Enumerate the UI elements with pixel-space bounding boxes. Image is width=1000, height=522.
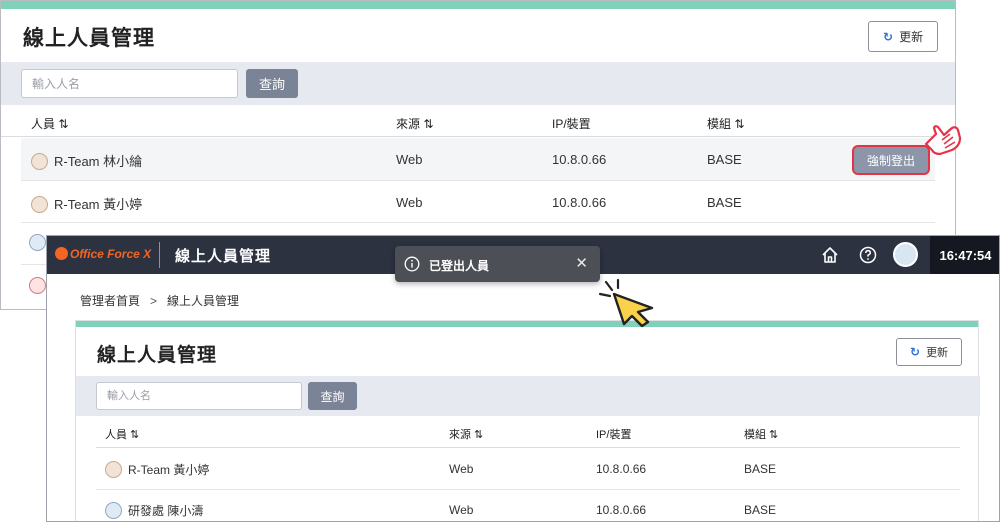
source-cell: Web [449,503,474,517]
force-logout-button[interactable]: 強制登出 [852,145,930,175]
person-cell: R-Team 林小綸 [31,151,142,171]
person-cell: R-Team 黃小婷 [31,194,142,214]
logo-icon [55,247,68,261]
breadcrumb: 管理者首頁 > 線上人員管理 [80,292,239,309]
column-source[interactable]: 來源 ⇅ [449,426,483,442]
ip-cell: 10.8.0.66 [596,503,647,517]
accent-bar [1,1,955,9]
module-cell: BASE [707,152,742,167]
refresh-label: 更新 [899,30,924,44]
source-cell: Web [396,195,423,210]
refresh-label: 更新 [926,347,949,359]
module-cell: BASE [707,195,742,210]
page-title: 線上人員管理 [23,27,155,50]
column-person[interactable]: 人員 ⇅ [31,115,68,132]
source-cell: Web [449,462,474,476]
column-module[interactable]: 模組 ⇅ [744,426,778,442]
avatar [31,153,48,171]
person-cell: 研發處 陳小濤 [105,502,203,520]
breadcrumb-home[interactable]: 管理者首頁 [80,294,140,308]
avatar [29,234,46,252]
accent-bar [76,321,978,327]
help-icon[interactable] [858,245,878,265]
ip-cell: 10.8.0.66 [552,195,607,210]
hand-pointer-icon [924,125,962,156]
user-avatar[interactable] [893,242,918,267]
person-name: R-Team 黃小婷 [128,463,210,477]
refresh-icon: ↻ [883,29,894,44]
ip-cell: 10.8.0.66 [552,152,607,167]
avatar [105,502,122,520]
table-header: 人員 ⇅ 來源 ⇅ IP/裝置 模組 ⇅ [1,105,955,137]
chevron-right-icon: > [150,294,158,308]
column-source[interactable]: 來源 ⇅ [396,115,433,132]
search-bar: 查詢 [1,62,955,105]
content-card: 線上人員管理 ↻ 更新 查詢 人員 ⇅ 來源 ⇅ IP/裝置 模組 ⇅ R-Te… [75,320,980,521]
brand-logo[interactable]: Office Force X [55,247,151,261]
search-input[interactable] [96,382,302,410]
search-input[interactable] [21,69,238,98]
table-row: 研發處 陳小濤 Web 10.8.0.66 BASE [96,490,960,521]
table-row: R-Team 黃小婷 Web 10.8.0.66 BASE [96,449,960,490]
refresh-icon: ↻ [910,345,921,359]
app-title: 線上人員管理 [175,248,272,265]
table-row: R-Team 林小綸 Web 10.8.0.66 BASE 強制登出 [21,138,935,181]
home-icon[interactable] [820,245,840,265]
query-button[interactable]: 查詢 [246,69,298,98]
toast-notification: 已登出人員 ✕ [395,246,600,282]
query-button[interactable]: 查詢 [308,382,357,410]
avatar [29,277,46,295]
module-cell: BASE [744,503,777,517]
ip-cell: 10.8.0.66 [596,462,647,476]
person-name: 研發處 陳小濤 [128,504,204,518]
person-name: R-Team 林小綸 [54,154,143,169]
clock: 16:47:54 [930,236,999,274]
info-icon [404,256,420,272]
close-icon[interactable]: ✕ [575,254,588,272]
breadcrumb-current: 線上人員管理 [167,294,240,308]
toast-message: 已登出人員 [429,259,490,273]
person-name: R-Team 黃小婷 [54,197,143,212]
module-cell: BASE [744,462,777,476]
person-cell: R-Team 黃小婷 [105,461,209,479]
source-cell: Web [396,152,423,167]
column-ip: IP/裝置 [596,429,632,441]
table-row: R-Team 黃小婷 Web 10.8.0.66 BASE [21,181,935,223]
column-ip: IP/裝置 [552,117,591,131]
cursor-click-icon [598,278,654,328]
avatar [31,196,48,214]
refresh-button[interactable]: ↻ 更新 [868,21,939,52]
page-title: 線上人員管理 [97,345,218,366]
column-person[interactable]: 人員 ⇅ [105,426,139,442]
brand-name: Office Force X [70,247,152,261]
avatar [105,461,122,479]
header-divider [159,242,160,268]
refresh-button[interactable]: ↻ 更新 [896,338,963,366]
table-header: 人員 ⇅ 來源 ⇅ IP/裝置 模組 ⇅ [96,416,960,448]
column-module[interactable]: 模組 ⇅ [707,115,744,132]
search-bar: 查詢 [76,376,980,416]
